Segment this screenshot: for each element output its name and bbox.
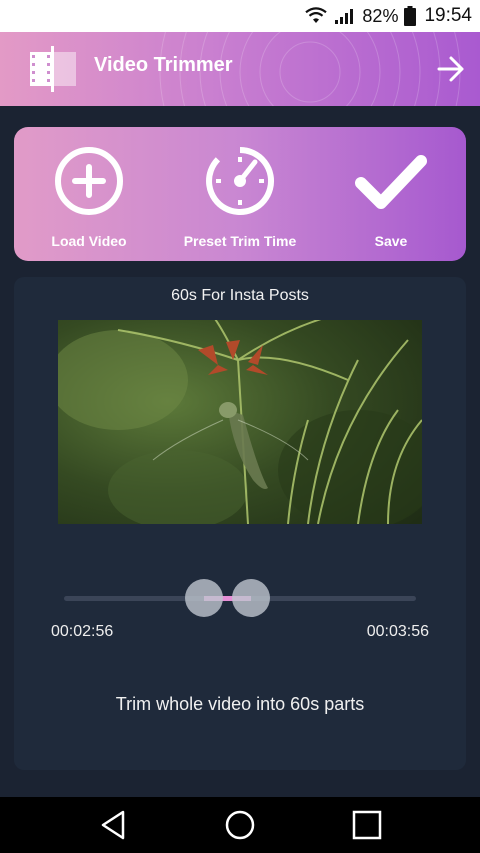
plus-circle-icon bbox=[55, 147, 123, 215]
checkmark-icon bbox=[355, 155, 427, 209]
video-thumbnail-image bbox=[58, 320, 422, 524]
save-button[interactable]: Save bbox=[316, 127, 466, 261]
app-bar: Video Trimmer bbox=[0, 32, 480, 106]
trim-panel: 60s For Insta Posts 00:02:56 00:03:56 Tr… bbox=[14, 277, 466, 770]
battery-percent: 82% bbox=[362, 5, 399, 26]
navigation-bar bbox=[0, 797, 480, 853]
gauge-timer-icon bbox=[206, 146, 274, 215]
clock: 19:54 bbox=[424, 5, 472, 26]
recent-square-icon[interactable] bbox=[351, 809, 383, 841]
trim-start-handle[interactable] bbox=[185, 579, 223, 617]
preset-trim-time-label: Preset Trim Time bbox=[183, 233, 297, 249]
action-card: Load Video Preset Trim Time Save bbox=[14, 127, 466, 261]
home-circle-icon[interactable] bbox=[224, 809, 256, 841]
trim-end-handle[interactable] bbox=[232, 579, 270, 617]
film-strip-icon bbox=[30, 46, 76, 92]
arrow-right-icon[interactable] bbox=[436, 54, 466, 84]
save-label: Save bbox=[374, 233, 408, 249]
app-title: Video Trimmer bbox=[94, 54, 233, 76]
trim-end-time: 00:03:56 bbox=[366, 623, 429, 640]
status-bar: 82% 19:54 bbox=[0, 0, 480, 32]
load-video-label: Load Video bbox=[51, 233, 127, 249]
trim-info-text: Trim whole video into 60s parts bbox=[115, 694, 365, 714]
load-video-button[interactable]: Load Video bbox=[14, 127, 164, 261]
back-triangle-icon[interactable] bbox=[98, 809, 130, 841]
preset-trim-time-button[interactable]: Preset Trim Time bbox=[165, 127, 315, 261]
wifi-icon bbox=[304, 7, 328, 25]
video-preview[interactable] bbox=[58, 320, 422, 524]
panel-title: 60s For Insta Posts bbox=[171, 287, 309, 304]
trim-start-time: 00:02:56 bbox=[51, 623, 114, 640]
battery-icon bbox=[404, 6, 417, 26]
signal-icon bbox=[334, 7, 356, 25]
